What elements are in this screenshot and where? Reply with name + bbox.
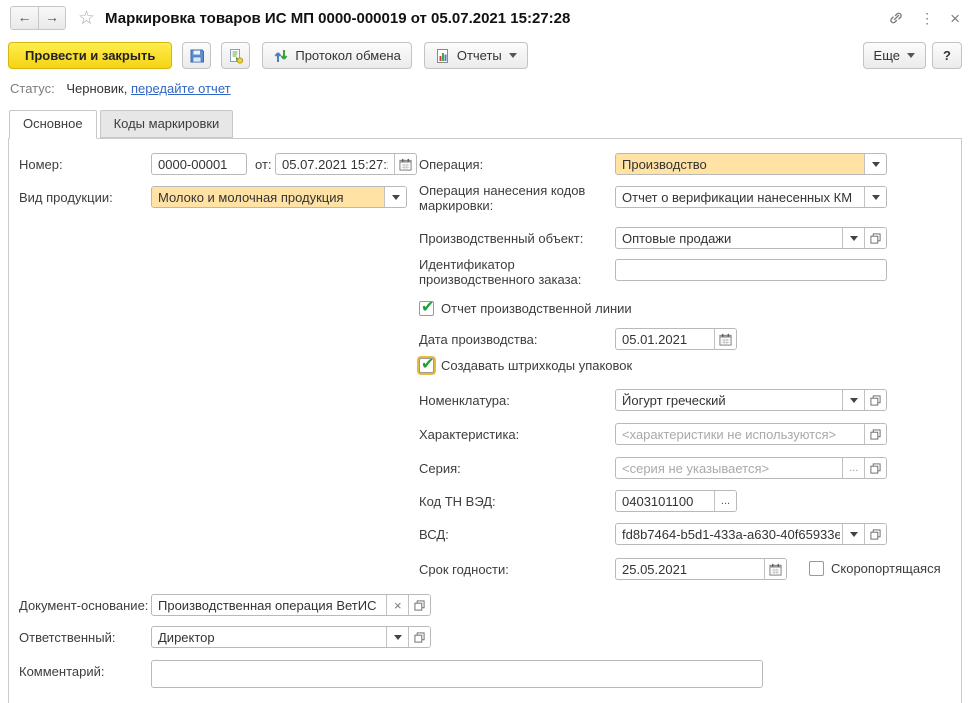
production-date-input[interactable]: [616, 329, 714, 349]
link-icon[interactable]: [888, 10, 904, 26]
status-value: Черновик,: [66, 81, 127, 96]
dropdown-arrow-icon[interactable]: [842, 524, 864, 544]
page-title: Маркировка товаров ИС МП 0000-000019 от …: [105, 10, 570, 27]
document-date-input[interactable]: [276, 154, 394, 174]
production-object-label: Производственный объект:: [419, 231, 583, 246]
clear-icon[interactable]: ×: [386, 595, 408, 615]
characteristic-input[interactable]: [616, 424, 864, 444]
save-icon: [189, 48, 205, 64]
forward-icon[interactable]: →: [38, 7, 65, 29]
title-bar: ← → ☆ Маркировка товаров ИС МП 0000-0000…: [0, 0, 970, 36]
number-input[interactable]: [152, 154, 246, 174]
checkbox-box[interactable]: ✔: [419, 301, 434, 316]
status-label: Статус:: [10, 81, 55, 96]
tab-main[interactable]: Основное: [9, 110, 97, 139]
save-button[interactable]: [182, 42, 211, 69]
production-object-input[interactable]: [616, 228, 842, 248]
number-label: Номер:: [19, 157, 63, 172]
more-button[interactable]: Еще: [863, 42, 926, 69]
operation-label: Операция:: [419, 157, 483, 172]
nomenclature-input[interactable]: [616, 390, 842, 410]
comment-input[interactable]: [152, 661, 762, 687]
date-label: от:: [255, 157, 272, 172]
create-barcodes-label: Создавать штрихкоды упаковок: [441, 358, 632, 373]
checkbox-box[interactable]: [809, 561, 824, 576]
km-operation-label: Операция нанесения кодов маркировки:: [419, 183, 615, 213]
create-barcodes-checkbox[interactable]: ✔ Создавать штрихкоды упаковок: [419, 358, 632, 373]
close-icon[interactable]: ×: [950, 10, 960, 27]
product-type-label: Вид продукции:: [19, 190, 113, 205]
open-icon[interactable]: [864, 390, 886, 410]
reports-button[interactable]: Отчеты: [424, 42, 528, 69]
dropdown-arrow-icon[interactable]: [842, 228, 864, 248]
product-type-input[interactable]: [152, 187, 384, 207]
more-menu-icon[interactable]: ⋮: [920, 11, 934, 25]
select-ellipsis-icon[interactable]: ...: [842, 458, 864, 478]
tab-strip: Основное Коды маркировки: [0, 110, 970, 138]
calendar-icon[interactable]: [764, 559, 786, 579]
expiry-label: Срок годности:: [419, 562, 509, 577]
base-document-label: Документ-основание:: [19, 598, 148, 613]
line-report-label: Отчет производственной линии: [441, 301, 632, 316]
toolbar: Провести и закрыть Протокол обмена Отчет…: [0, 36, 970, 77]
check-icon: ✔: [421, 354, 434, 374]
series-input[interactable]: [616, 458, 842, 478]
form-panel: Номер: от: Вид продукции: Операция: Опер…: [8, 138, 962, 703]
characteristic-label: Характеристика:: [419, 427, 519, 442]
send-report-link[interactable]: передайте отчет: [131, 81, 231, 96]
chevron-down-icon: [509, 53, 517, 58]
open-icon[interactable]: [408, 595, 430, 615]
series-label: Серия:: [419, 461, 461, 476]
operation-input[interactable]: [616, 154, 864, 174]
open-icon[interactable]: [864, 228, 886, 248]
post-document-icon: [228, 48, 244, 64]
checkbox-box[interactable]: ✔: [419, 358, 434, 373]
open-icon[interactable]: [408, 627, 430, 647]
dropdown-arrow-icon[interactable]: [384, 187, 406, 207]
vsd-label: ВСД:: [419, 527, 449, 542]
post-document-button[interactable]: [221, 42, 250, 69]
check-icon: ✔: [421, 297, 434, 317]
exchange-arrows-icon: [273, 48, 289, 64]
help-button[interactable]: ?: [932, 42, 962, 69]
production-date-label: Дата производства:: [419, 332, 537, 347]
dropdown-arrow-icon[interactable]: [864, 154, 886, 174]
chevron-down-icon: [907, 53, 915, 58]
perishable-label: Скоропортящаяся: [831, 561, 941, 576]
reports-chart-icon: [435, 48, 451, 64]
order-id-input[interactable]: [616, 260, 886, 280]
responsible-label: Ответственный:: [19, 630, 115, 645]
post-and-close-button[interactable]: Провести и закрыть: [8, 42, 172, 69]
status-line: Статус: Черновик, передайте отчет: [0, 77, 970, 104]
vsd-input[interactable]: [616, 524, 842, 544]
comment-label: Комментарий:: [19, 664, 105, 679]
nav-history-group: ← →: [10, 6, 66, 30]
base-document-input[interactable]: [152, 595, 386, 615]
nomenclature-label: Номенклатура:: [419, 393, 510, 408]
line-report-checkbox[interactable]: ✔ Отчет производственной линии: [419, 301, 632, 316]
favorite-star-icon[interactable]: ☆: [78, 7, 95, 30]
open-icon[interactable]: [864, 424, 886, 444]
tnved-input[interactable]: [616, 491, 714, 511]
responsible-input[interactable]: [152, 627, 386, 647]
order-id-label: Идентификатор производственного заказа:: [419, 257, 615, 287]
expiry-input[interactable]: [616, 559, 764, 579]
tnved-label: Код ТН ВЭД:: [419, 494, 496, 509]
perishable-checkbox[interactable]: Скоропортящаяся: [809, 561, 941, 576]
back-icon[interactable]: ←: [11, 7, 38, 29]
calendar-icon[interactable]: [714, 329, 736, 349]
tab-marking-codes[interactable]: Коды маркировки: [100, 110, 234, 138]
exchange-protocol-button[interactable]: Протокол обмена: [262, 42, 412, 69]
select-ellipsis-icon[interactable]: ...: [714, 491, 736, 511]
dropdown-arrow-icon[interactable]: [386, 627, 408, 647]
dropdown-arrow-icon[interactable]: [864, 187, 886, 207]
km-operation-input[interactable]: [616, 187, 864, 207]
dropdown-arrow-icon[interactable]: [842, 390, 864, 410]
calendar-icon[interactable]: [394, 154, 416, 174]
open-icon[interactable]: [864, 524, 886, 544]
open-icon[interactable]: [864, 458, 886, 478]
